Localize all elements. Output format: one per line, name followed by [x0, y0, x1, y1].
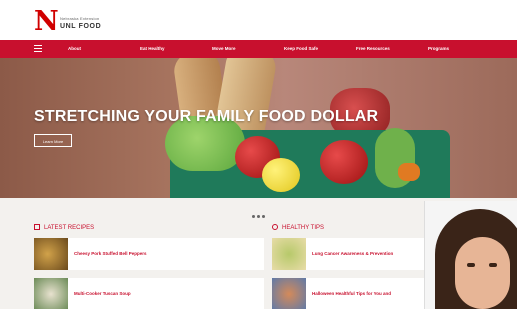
lemon-image [262, 158, 300, 192]
hero-banner: STRETCHING YOUR FAMILY FOOD DOLLAR Learn… [0, 58, 517, 198]
nav-item-about[interactable]: About [68, 46, 81, 51]
recipe-title[interactable]: Cheesy Pork Stuffed Bell Peppers [74, 251, 147, 256]
apple-image [320, 140, 368, 184]
tip-thumbnail [272, 238, 306, 270]
nav-item-free-resources[interactable]: Free Resources [356, 46, 390, 51]
nav-item-keep-food-safe[interactable]: Keep Food Safe [284, 46, 318, 51]
recipe-book-icon [34, 224, 40, 230]
presenter-webcam-overlay [424, 201, 517, 309]
healthy-tips-label: HEALTHY TIPS [282, 225, 325, 231]
tip-card[interactable]: Halloween Healthful Tips for You and [272, 278, 424, 309]
nebraska-n-logo[interactable]: N [34, 8, 59, 35]
page: N Nebraska Extension UNL FOOD About Eat … [0, 0, 517, 309]
nav-item-move-more[interactable]: Move More [212, 46, 236, 51]
presenter-face [455, 237, 510, 309]
logo-subtitle: Nebraska Extension [60, 16, 100, 21]
main-nav: About Eat Healthy Move More Keep Food Sa… [0, 40, 517, 58]
healthy-tips-heading: HEALTHY TIPS [272, 224, 324, 231]
nav-item-eat-healthy[interactable]: Eat Healthy [140, 46, 165, 51]
site-header: N Nebraska Extension UNL FOOD [0, 0, 517, 40]
recipe-card[interactable]: Multi-Cooker Tuscan Soup [34, 278, 264, 309]
recipe-title[interactable]: Multi-Cooker Tuscan Soup [74, 291, 131, 296]
carrot-image [398, 163, 420, 181]
presenter-eye [467, 263, 475, 267]
recipe-thumbnail [34, 278, 68, 309]
hero-title: STRETCHING YOUR FAMILY FOOD DOLLAR [34, 108, 379, 125]
latest-recipes-heading: LATEST RECIPES [34, 224, 94, 231]
hamburger-menu-icon[interactable] [34, 45, 42, 52]
recipe-card[interactable]: Cheesy Pork Stuffed Bell Peppers [34, 238, 264, 270]
tip-title[interactable]: Lung Cancer Awareness & Prevention [312, 251, 393, 256]
site-title[interactable]: UNL FOOD [60, 23, 101, 30]
presenter-eye [489, 263, 497, 267]
latest-recipes-label: LATEST RECIPES [44, 225, 95, 231]
tip-card[interactable]: Lung Cancer Awareness & Prevention [272, 238, 424, 270]
recipe-thumbnail [34, 238, 68, 270]
tips-icon [272, 224, 278, 230]
carousel-dot[interactable] [257, 215, 260, 218]
carousel-dot[interactable] [252, 215, 255, 218]
nav-item-programs[interactable]: Programs [428, 46, 449, 51]
tip-title[interactable]: Halloween Healthful Tips for You and [312, 291, 391, 296]
carousel-dot[interactable] [262, 215, 265, 218]
tip-thumbnail [272, 278, 306, 309]
learn-more-button[interactable]: Learn More [34, 134, 72, 147]
